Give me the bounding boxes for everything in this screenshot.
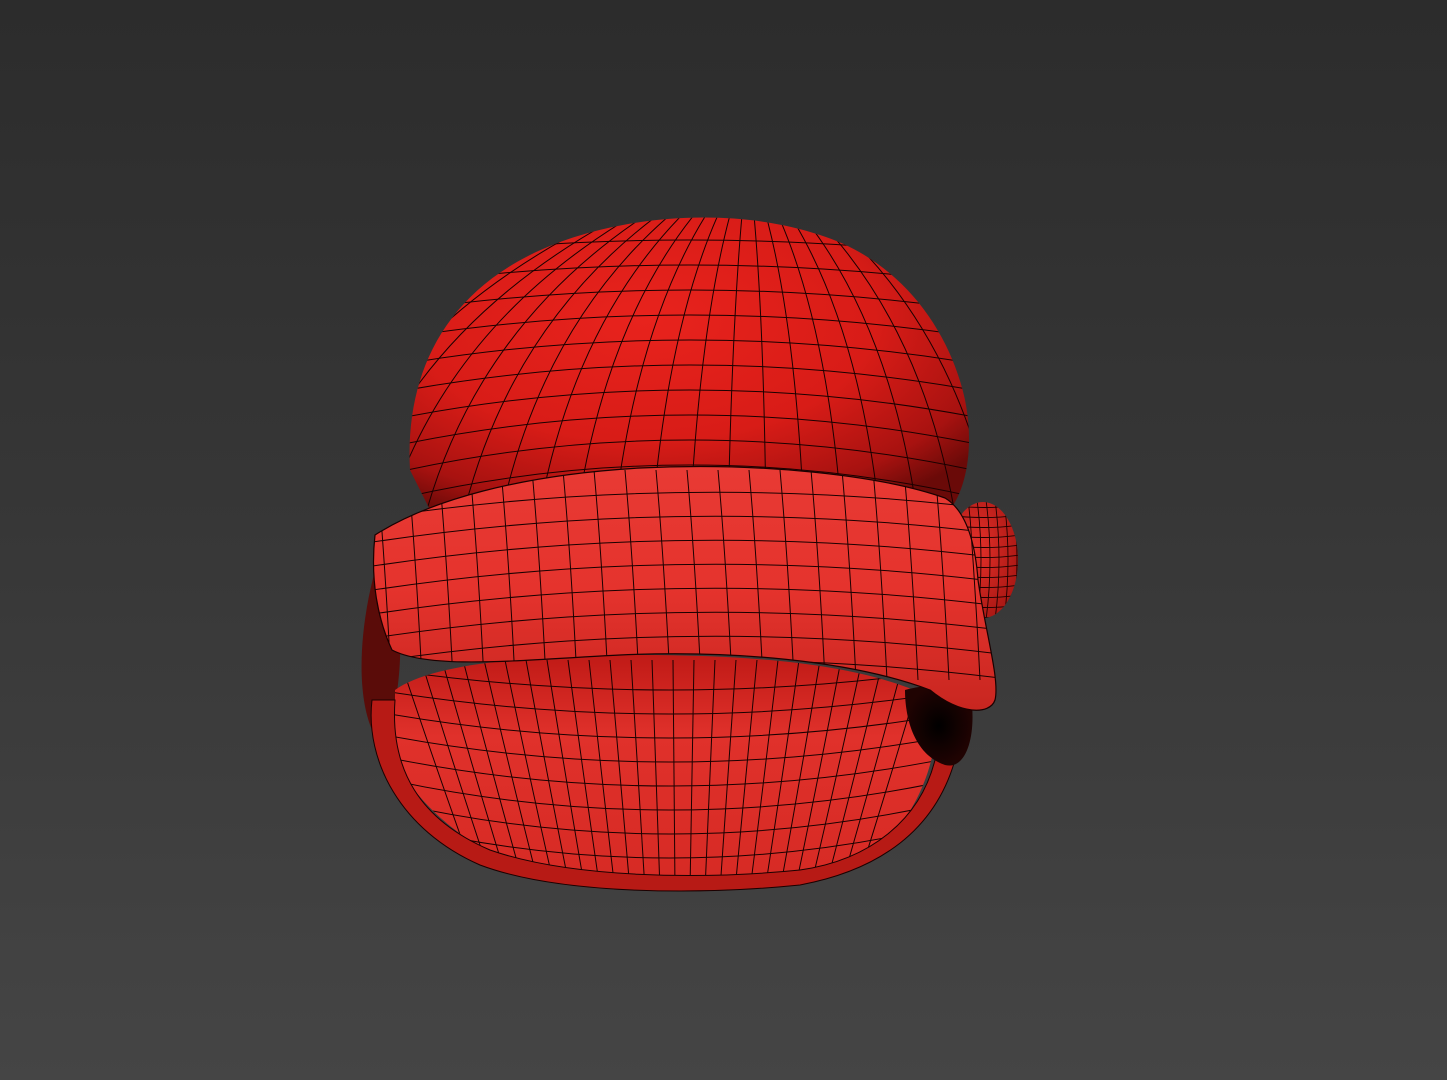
3d-viewport[interactable]: [0, 0, 1447, 1080]
hat-model: [361, 217, 1018, 892]
inner-brim-part: [370, 655, 956, 892]
